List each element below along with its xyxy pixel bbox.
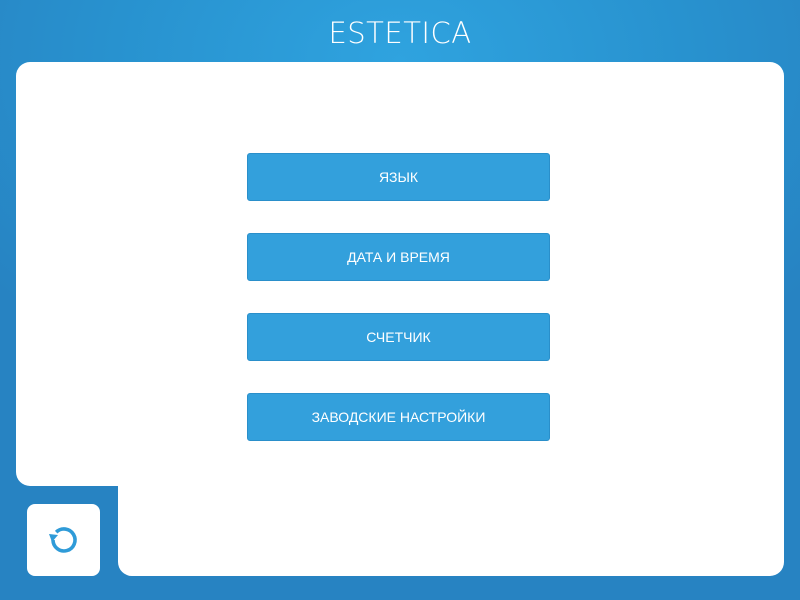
date-time-button[interactable]: ДАТА И ВРЕМЯ [247,233,550,281]
undo-icon [49,527,77,553]
factory-settings-button[interactable]: ЗАВОДСКИЕ НАСТРОЙКИ [247,393,550,441]
language-button[interactable]: ЯЗЫК [247,153,550,201]
app-title: ESTETICA [328,16,472,50]
back-button[interactable] [27,504,100,576]
content-panel-bottom [118,470,784,576]
counter-button[interactable]: СЧЕТЧИК [247,313,550,361]
settings-menu: ЯЗЫК ДАТА И ВРЕМЯ СЧЕТЧИК ЗАВОДСКИЕ НАСТ… [247,153,550,473]
